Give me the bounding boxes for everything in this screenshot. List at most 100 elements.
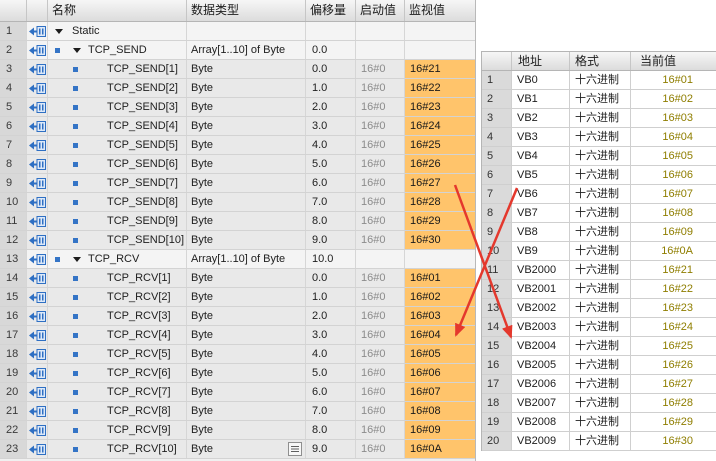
name-cell[interactable]: TCP_RCV[1] (48, 269, 187, 287)
format-cell[interactable]: 十六进制 (570, 337, 631, 355)
row-number[interactable]: 8 (0, 155, 27, 173)
start-value-cell[interactable]: 16#0 (356, 98, 405, 116)
column-header-start-value[interactable]: 启动值 (356, 0, 405, 21)
name-cell[interactable]: TCP_SEND[4] (48, 117, 187, 135)
data-type-cell[interactable]: Byte (187, 288, 306, 306)
watch-row[interactable]: 20 VB2009 十六进制 16#30 (482, 432, 716, 451)
name-cell[interactable]: TCP_SEND[6] (48, 155, 187, 173)
column-header-name[interactable]: 名称 (48, 0, 187, 21)
data-type-cell[interactable]: Byte (187, 155, 306, 173)
db-row[interactable]: 16 TCP_RCV[3] Byte 2.0 16#0 16#03 (0, 307, 475, 326)
format-cell[interactable]: 十六进制 (570, 299, 631, 317)
format-cell[interactable]: 十六进制 (570, 128, 631, 146)
start-value-cell[interactable]: 16#0 (356, 345, 405, 363)
row-number[interactable]: 13 (0, 250, 27, 268)
data-type-cell[interactable]: Array[1..10] of Byte (187, 250, 306, 268)
watch-row-number[interactable]: 2 (482, 90, 512, 108)
address-cell[interactable]: VB9 (512, 242, 570, 260)
address-cell[interactable]: VB2000 (512, 261, 570, 279)
name-cell[interactable]: TCP_RCV[7] (48, 383, 187, 401)
watch-row[interactable]: 2 VB1 十六进制 16#02 (482, 90, 716, 109)
start-value-cell[interactable] (356, 22, 405, 40)
db-row[interactable]: 1 Static (0, 22, 475, 41)
data-type-cell[interactable]: Byte (187, 98, 306, 116)
name-cell[interactable]: TCP_RCV[10] (48, 440, 187, 458)
start-value-cell[interactable] (356, 250, 405, 268)
row-number[interactable]: 6 (0, 117, 27, 135)
data-type-cell[interactable]: Byte (187, 193, 306, 211)
watch-row-number[interactable]: 20 (482, 432, 512, 450)
db-row[interactable]: 7 TCP_SEND[5] Byte 4.0 16#0 16#25 (0, 136, 475, 155)
row-number[interactable]: 15 (0, 288, 27, 306)
watch-row[interactable]: 11 VB2000 十六进制 16#21 (482, 261, 716, 280)
address-cell[interactable]: VB7 (512, 204, 570, 222)
start-value-cell[interactable]: 16#0 (356, 155, 405, 173)
format-cell[interactable]: 十六进制 (570, 375, 631, 393)
name-cell[interactable]: TCP_SEND (48, 41, 187, 59)
start-value-cell[interactable]: 16#0 (356, 193, 405, 211)
watch-row-number[interactable]: 1 (482, 71, 512, 89)
watch-row[interactable]: 12 VB2001 十六进制 16#22 (482, 280, 716, 299)
format-cell[interactable]: 十六进制 (570, 185, 631, 203)
db-row[interactable]: 14 TCP_RCV[1] Byte 0.0 16#0 16#01 (0, 269, 475, 288)
address-cell[interactable]: VB2003 (512, 318, 570, 336)
row-number[interactable]: 7 (0, 136, 27, 154)
data-type-cell[interactable]: Byte (187, 440, 306, 458)
watch-row[interactable]: 16 VB2005 十六进制 16#26 (482, 356, 716, 375)
data-type-cell[interactable]: Byte (187, 60, 306, 78)
db-row[interactable]: 5 TCP_SEND[3] Byte 2.0 16#0 16#23 (0, 98, 475, 117)
row-number[interactable]: 5 (0, 98, 27, 116)
watch-row[interactable]: 18 VB2007 十六进制 16#28 (482, 394, 716, 413)
data-type-cell[interactable]: Byte (187, 421, 306, 439)
data-type-cell[interactable]: Array[1..10] of Byte (187, 41, 306, 59)
row-number[interactable]: 20 (0, 383, 27, 401)
watch-row[interactable]: 7 VB6 十六进制 16#07 (482, 185, 716, 204)
column-header-monitor-value[interactable]: 监视值 (405, 0, 475, 21)
start-value-cell[interactable]: 16#0 (356, 288, 405, 306)
watch-row-number[interactable]: 15 (482, 337, 512, 355)
watch-row-number[interactable]: 8 (482, 204, 512, 222)
data-type-cell[interactable]: Byte (187, 307, 306, 325)
name-cell[interactable]: TCP_RCV (48, 250, 187, 268)
name-cell[interactable]: TCP_SEND[10] (48, 231, 187, 249)
expanded-triangle-icon[interactable] (55, 29, 63, 34)
data-type-cell[interactable]: Byte (187, 269, 306, 287)
watch-row[interactable]: 19 VB2008 十六进制 16#29 (482, 413, 716, 432)
db-row[interactable]: 8 TCP_SEND[6] Byte 5.0 16#0 16#26 (0, 155, 475, 174)
data-type-cell[interactable]: Byte (187, 383, 306, 401)
address-cell[interactable]: VB2005 (512, 356, 570, 374)
format-cell[interactable]: 十六进制 (570, 432, 631, 450)
start-value-cell[interactable]: 16#0 (356, 269, 405, 287)
watch-row-number[interactable]: 16 (482, 356, 512, 374)
column-header-address[interactable]: 地址 (512, 52, 570, 70)
address-cell[interactable]: VB1 (512, 90, 570, 108)
column-header-format[interactable]: 格式 (570, 52, 631, 70)
watch-row[interactable]: 17 VB2006 十六进制 16#27 (482, 375, 716, 394)
format-cell[interactable]: 十六进制 (570, 356, 631, 374)
db-row[interactable]: 6 TCP_SEND[4] Byte 3.0 16#0 16#24 (0, 117, 475, 136)
watch-row[interactable]: 15 VB2004 十六进制 16#25 (482, 337, 716, 356)
db-row[interactable]: 15 TCP_RCV[2] Byte 1.0 16#0 16#02 (0, 288, 475, 307)
format-cell[interactable]: 十六进制 (570, 242, 631, 260)
db-row[interactable]: 11 TCP_SEND[9] Byte 8.0 16#0 16#29 (0, 212, 475, 231)
watch-row[interactable]: 10 VB9 十六进制 16#0A (482, 242, 716, 261)
name-cell[interactable]: TCP_RCV[8] (48, 402, 187, 420)
watch-row[interactable]: 3 VB2 十六进制 16#03 (482, 109, 716, 128)
watch-row-number[interactable]: 14 (482, 318, 512, 336)
watch-row[interactable]: 13 VB2002 十六进制 16#23 (482, 299, 716, 318)
format-cell[interactable]: 十六进制 (570, 223, 631, 241)
address-cell[interactable]: VB2 (512, 109, 570, 127)
start-value-cell[interactable]: 16#0 (356, 117, 405, 135)
name-cell[interactable]: Static (48, 22, 187, 40)
watch-row[interactable]: 14 VB2003 十六进制 16#24 (482, 318, 716, 337)
watch-row[interactable]: 1 VB0 十六进制 16#01 (482, 71, 716, 90)
row-number[interactable]: 3 (0, 60, 27, 78)
row-number[interactable]: 19 (0, 364, 27, 382)
db-row[interactable]: 9 TCP_SEND[7] Byte 6.0 16#0 16#27 (0, 174, 475, 193)
address-cell[interactable]: VB4 (512, 147, 570, 165)
watch-row-number[interactable]: 9 (482, 223, 512, 241)
db-row[interactable]: 13 TCP_RCV Array[1..10] of Byte 10.0 (0, 250, 475, 269)
address-cell[interactable]: VB3 (512, 128, 570, 146)
data-type-cell[interactable]: Byte (187, 402, 306, 420)
type-browse-button[interactable] (288, 442, 302, 456)
